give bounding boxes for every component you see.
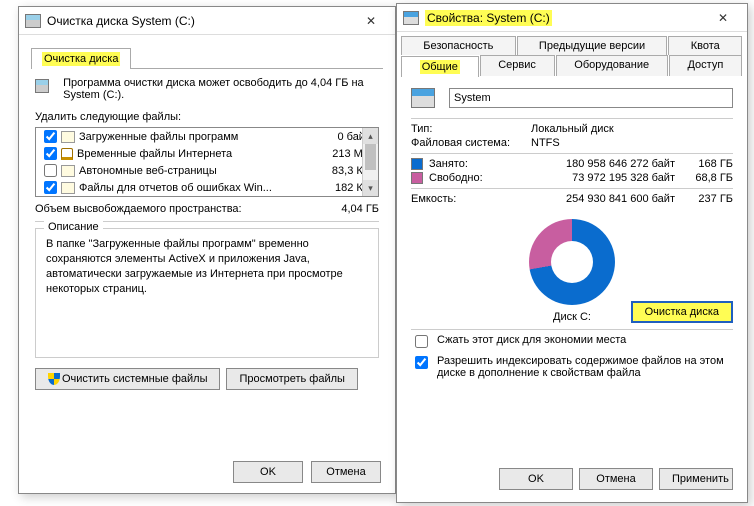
file-list[interactable]: Загруженные файлы программ 0 байт Времен…	[35, 127, 379, 197]
drive-icon	[411, 88, 435, 108]
drive-icon	[403, 11, 419, 25]
cleanup-tabbar: Очистка диска	[31, 47, 383, 69]
scroll-up-icon[interactable]: ▴	[363, 128, 378, 144]
used-gb: 168 ГБ	[683, 158, 733, 170]
drive-properties-window: Свойства: System (C:) ✕ Безопасность Пре…	[396, 3, 748, 503]
tab-service[interactable]: Сервис	[480, 55, 555, 76]
scroll-down-icon[interactable]: ▾	[363, 180, 378, 196]
disk-cleanup-window: Очистка диска System (C:) ✕ Очистка диск…	[18, 6, 396, 494]
view-files-button[interactable]: Просмотреть файлы	[226, 368, 357, 390]
properties-tabbar: Безопасность Предыдущие версии Квота	[401, 36, 743, 55]
free-label: Свободно:	[429, 172, 499, 184]
disk-cleanup-button[interactable]: Очистка диска	[631, 301, 733, 323]
filesystem-value: NTFS	[531, 137, 560, 149]
tab-hardware[interactable]: Оборудование	[556, 55, 668, 76]
titlebar[interactable]: Свойства: System (C:) ✕	[397, 4, 747, 32]
file-checkbox[interactable]	[44, 181, 57, 194]
close-icon[interactable]: ✕	[705, 8, 741, 28]
list-item[interactable]: Временные файлы Интернета 213 МБ	[36, 145, 378, 162]
compress-checkbox[interactable]	[415, 335, 428, 348]
tab-quota[interactable]: Квота	[668, 36, 742, 55]
freed-space-label: Объем высвобождаемого пространства:	[35, 203, 242, 215]
index-option[interactable]: Разрешить индексировать содержимое файло…	[411, 355, 733, 379]
description-legend: Описание	[44, 221, 103, 233]
file-name: Автономные веб-страницы	[79, 165, 318, 177]
close-icon[interactable]: ✕	[353, 11, 389, 31]
tab-cleanup-label: Очистка диска	[42, 52, 120, 66]
index-checkbox[interactable]	[415, 356, 428, 369]
window-title-text: Свойства: System (C:)	[425, 10, 552, 26]
clean-system-files-button[interactable]: Очистить системные файлы	[35, 368, 220, 390]
tab-sharing[interactable]: Доступ	[669, 55, 742, 76]
used-swatch-icon	[411, 158, 423, 170]
folder-icon	[61, 165, 75, 177]
window-title: Свойства: System (C:)	[425, 10, 705, 26]
list-item[interactable]: Файлы для отчетов об ошибках Win... 182 …	[36, 179, 378, 196]
list-item[interactable]: Загруженные файлы программ 0 байт	[36, 128, 378, 145]
free-swatch-icon	[411, 172, 423, 184]
cancel-button[interactable]: Отмена	[311, 461, 381, 483]
ok-button[interactable]: OK	[233, 461, 303, 483]
clean-system-files-label: Очистить системные файлы	[62, 373, 207, 385]
cancel-button[interactable]: Отмена	[579, 468, 653, 490]
free-bytes: 73 972 195 328 байт	[499, 172, 683, 184]
type-value: Локальный диск	[531, 123, 614, 135]
ok-button[interactable]: OK	[499, 468, 573, 490]
properties-tabbar-2: Общие Сервис Оборудование Доступ	[401, 55, 743, 76]
description-group: Описание В папке "Загруженные файлы прог…	[35, 228, 379, 358]
folder-icon	[61, 182, 75, 194]
drive-icon	[25, 14, 41, 28]
filesystem-label: Файловая система:	[411, 137, 531, 149]
shield-icon	[48, 373, 60, 385]
titlebar[interactable]: Очистка диска System (C:) ✕	[19, 7, 395, 35]
freed-space-value: 4,04 ГБ	[341, 203, 379, 215]
type-label: Тип:	[411, 123, 531, 135]
lock-icon	[61, 148, 73, 160]
folder-icon	[61, 131, 75, 143]
tab-cleanup[interactable]: Очистка диска	[31, 48, 131, 69]
free-gb: 68,8 ГБ	[683, 172, 733, 184]
cleanup-blurb: Программа очистки диска может освободить…	[63, 77, 379, 101]
capacity-bytes: 254 930 841 600 байт	[499, 193, 683, 205]
file-checkbox[interactable]	[44, 164, 57, 177]
file-checkbox[interactable]	[44, 130, 57, 143]
compress-option[interactable]: Сжать этот диск для экономии места	[411, 334, 733, 351]
list-item[interactable]: Автономные веб-страницы 83,3 КБ	[36, 162, 378, 179]
description-text: В папке "Загруженные файлы программ" вре…	[46, 237, 368, 296]
index-label: Разрешить индексировать содержимое файло…	[437, 355, 733, 379]
file-name: Временные файлы Интернета	[77, 148, 318, 160]
capacity-gb: 237 ГБ	[683, 193, 733, 205]
apply-button[interactable]: Применить	[659, 468, 733, 490]
used-bytes: 180 958 646 272 байт	[499, 158, 683, 170]
volume-label-input[interactable]	[449, 88, 733, 108]
scroll-thumb[interactable]	[365, 144, 376, 170]
drive-icon	[35, 79, 49, 93]
capacity-label: Емкость:	[411, 193, 499, 205]
file-name: Файлы для отчетов об ошибках Win...	[79, 182, 318, 194]
file-name: Загруженные файлы программ	[79, 131, 318, 143]
file-checkbox[interactable]	[44, 147, 57, 160]
tab-previous-versions[interactable]: Предыдущие версии	[517, 36, 668, 55]
scrollbar[interactable]: ▴ ▾	[362, 128, 378, 196]
window-title: Очистка диска System (C:)	[47, 14, 353, 28]
usage-donut-chart	[529, 219, 615, 305]
compress-label: Сжать этот диск для экономии места	[437, 334, 626, 346]
tab-general[interactable]: Общие	[401, 56, 479, 77]
used-label: Занято:	[429, 158, 499, 170]
tab-general-label: Общие	[420, 60, 460, 74]
delete-files-label: Удалить следующие файлы:	[35, 111, 379, 123]
tab-security[interactable]: Безопасность	[401, 36, 516, 55]
